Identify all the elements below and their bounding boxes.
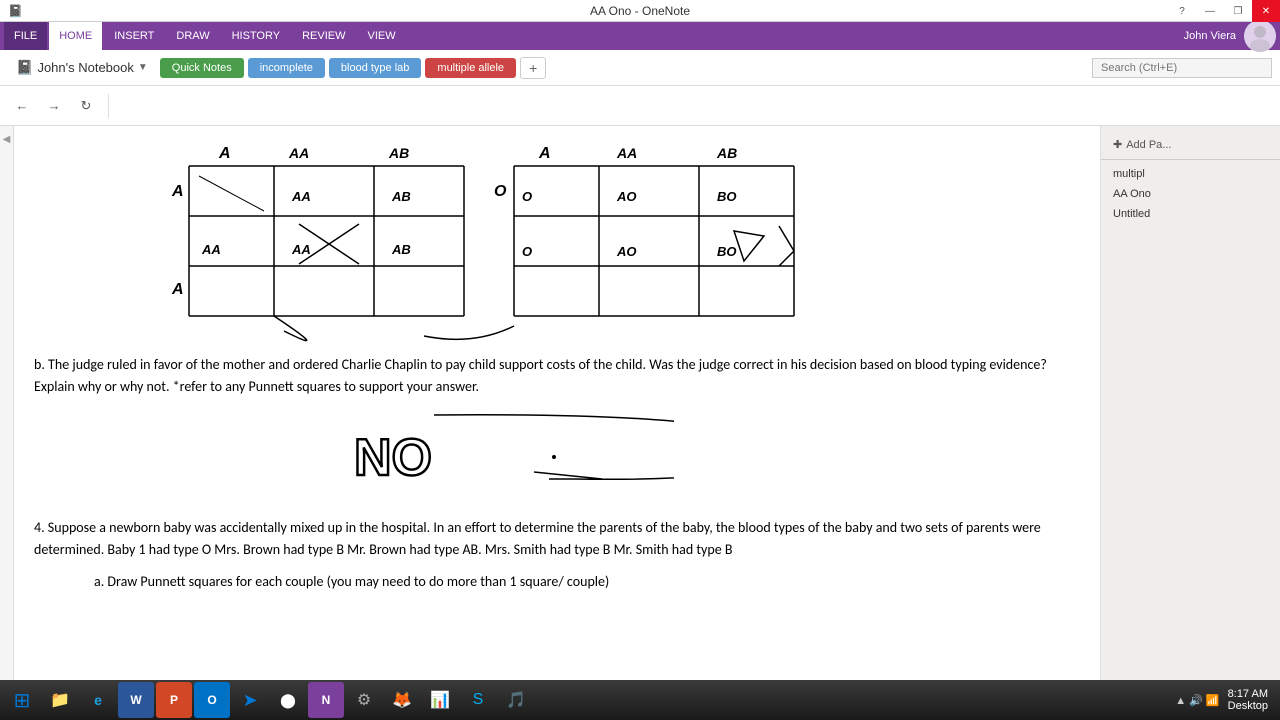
refresh-button[interactable]: ↻ [72, 92, 100, 120]
question-4-text: 4. Suppose a newborn baby was accidental… [34, 519, 1041, 558]
skype-icon[interactable]: S [460, 682, 496, 718]
svg-text:BO: BO [717, 244, 737, 259]
tab-quick-notes[interactable]: Quick Notes [160, 58, 244, 78]
notebook-bar: 📓 John's Notebook ▼ Quick Notes incomple… [0, 50, 1280, 86]
collapse-btn[interactable]: ◀ [1, 134, 12, 145]
search-input[interactable] [1092, 58, 1272, 78]
sidebar-item-aaono[interactable]: AA Ono [1101, 184, 1280, 204]
add-tab-button[interactable]: + [520, 57, 546, 79]
forward-button[interactable]: → [40, 92, 68, 120]
tab-blood-type-lab[interactable]: blood type lab [329, 58, 422, 78]
back-button[interactable]: ← [8, 92, 36, 120]
ppt-icon2[interactable]: 📊 [422, 682, 458, 718]
ribbon: FILE HOME INSERT DRAW HISTORY REVIEW VIE… [0, 22, 1280, 50]
question-b-text: b. The judge ruled in favor of the mothe… [34, 356, 1047, 395]
ie-icon[interactable]: e [80, 682, 116, 718]
firefox-icon[interactable]: 🦊 [384, 682, 420, 718]
add-page-header[interactable]: ✚ Add Pa... [1101, 134, 1280, 155]
svg-text:O: O [494, 183, 507, 200]
svg-text:AO: AO [616, 244, 637, 259]
close-button[interactable]: ✕ [1252, 0, 1280, 22]
ribbon-review-tab[interactable]: REVIEW [292, 22, 355, 50]
title-bar: 📓 AA Ono - OneNote ? — ❐ ✕ [0, 0, 1280, 22]
question-4a-text: a. Draw Punnett squares for each couple … [94, 573, 609, 590]
svg-text:A: A [538, 145, 551, 162]
user-avatar [1244, 20, 1276, 52]
sidebar-item-multipl[interactable]: multipl [1101, 164, 1280, 184]
ribbon-insert-tab[interactable]: INSERT [104, 22, 164, 50]
punnett-svg: A AA AB A A AA AB AA AA [34, 136, 834, 346]
svg-text:AA: AA [201, 242, 221, 257]
svg-text:AB: AB [388, 145, 409, 161]
note-content: b. The judge ruled in favor of the mothe… [34, 354, 1080, 592]
svg-text:A: A [218, 145, 231, 162]
sidebar-item-untitled[interactable]: Untitled [1101, 204, 1280, 224]
svg-text:AA: AA [291, 189, 311, 204]
svg-text:NO: NO [354, 429, 432, 487]
toolbar-divider [108, 94, 109, 118]
system-tray: ▲ 🔊 📶 [1175, 694, 1219, 707]
main-layout: ◀ A AA AB [0, 126, 1280, 720]
powerpoint-icon[interactable]: P [156, 682, 192, 718]
svg-text:AA: AA [291, 242, 311, 257]
ribbon-view-tab[interactable]: VIEW [357, 22, 405, 50]
punnett-squares-area: A AA AB A A AA AB AA AA [34, 136, 1080, 346]
notebook-name[interactable]: 📓 John's Notebook ▼ [8, 55, 156, 80]
clock: 8:17 AM Desktop [1228, 688, 1268, 712]
question-b: b. The judge ruled in favor of the mothe… [34, 354, 1080, 397]
user-name: John Viera [1184, 30, 1236, 42]
tab-incomplete[interactable]: incomplete [248, 58, 325, 78]
answer-area: NO [74, 407, 1080, 487]
left-sidebar: ◀ [0, 126, 14, 720]
start-button[interactable]: ⊞ [4, 682, 40, 718]
toolbar: ← → ↻ [0, 86, 1280, 126]
ribbon-history-tab[interactable]: HISTORY [222, 22, 291, 50]
question-4a: a. Draw Punnett squares for each couple … [94, 571, 1080, 593]
svg-text:O: O [522, 189, 532, 204]
right-sidebar: ✚ Add Pa... multipl AA Ono Untitled [1100, 126, 1280, 720]
answer-svg: NO [74, 407, 674, 487]
svg-text:BO: BO [717, 189, 737, 204]
file-explorer-icon[interactable]: 📁 [42, 682, 78, 718]
window-controls[interactable]: ? — ❐ ✕ [1168, 0, 1280, 22]
svg-text:A: A [171, 183, 184, 200]
question-4: 4. Suppose a newborn baby was accidental… [34, 517, 1080, 560]
svg-text:AB: AB [716, 145, 737, 161]
settings-icon[interactable]: ⚙ [346, 682, 382, 718]
svg-text:O: O [522, 244, 532, 259]
minimize-button[interactable]: — [1196, 0, 1224, 22]
ribbon-file-tab[interactable]: FILE [4, 22, 47, 50]
svg-text:AB: AB [391, 189, 411, 204]
content-area[interactable]: A AA AB A A AA AB AA AA [14, 126, 1100, 720]
restore-button[interactable]: ❐ [1224, 0, 1252, 22]
sidebar-divider [1101, 159, 1280, 160]
svg-text:AA: AA [288, 145, 309, 161]
word-icon[interactable]: W [118, 682, 154, 718]
circle-icon[interactable]: ⬤ [270, 682, 306, 718]
music-icon[interactable]: 🎵 [498, 682, 534, 718]
tab-multiple-allele[interactable]: multiple allele [425, 58, 516, 78]
window-title: AA Ono - OneNote [590, 4, 690, 18]
arrow-icon[interactable]: ➤ [232, 682, 268, 718]
onenote-icon[interactable]: N [308, 682, 344, 718]
svg-text:AA: AA [616, 145, 637, 161]
ribbon-draw-tab[interactable]: DRAW [166, 22, 219, 50]
ribbon-home-tab[interactable]: HOME [49, 22, 102, 50]
svg-text:AB: AB [391, 242, 411, 257]
help-button[interactable]: ? [1168, 0, 1196, 22]
svg-text:A: A [171, 281, 184, 298]
taskbar-right: ▲ 🔊 📶 8:17 AM Desktop [1175, 688, 1276, 712]
outlook-icon[interactable]: O [194, 682, 230, 718]
notebook-chevron: ▼ [138, 62, 148, 73]
taskbar: ⊞ 📁 e W P O ➤ ⬤ N ⚙ 🦊 📊 S 🎵 ▲ 🔊 📶 8:17 A… [0, 680, 1280, 720]
svg-text:AO: AO [616, 189, 637, 204]
app-icon: 📓 [8, 4, 23, 18]
